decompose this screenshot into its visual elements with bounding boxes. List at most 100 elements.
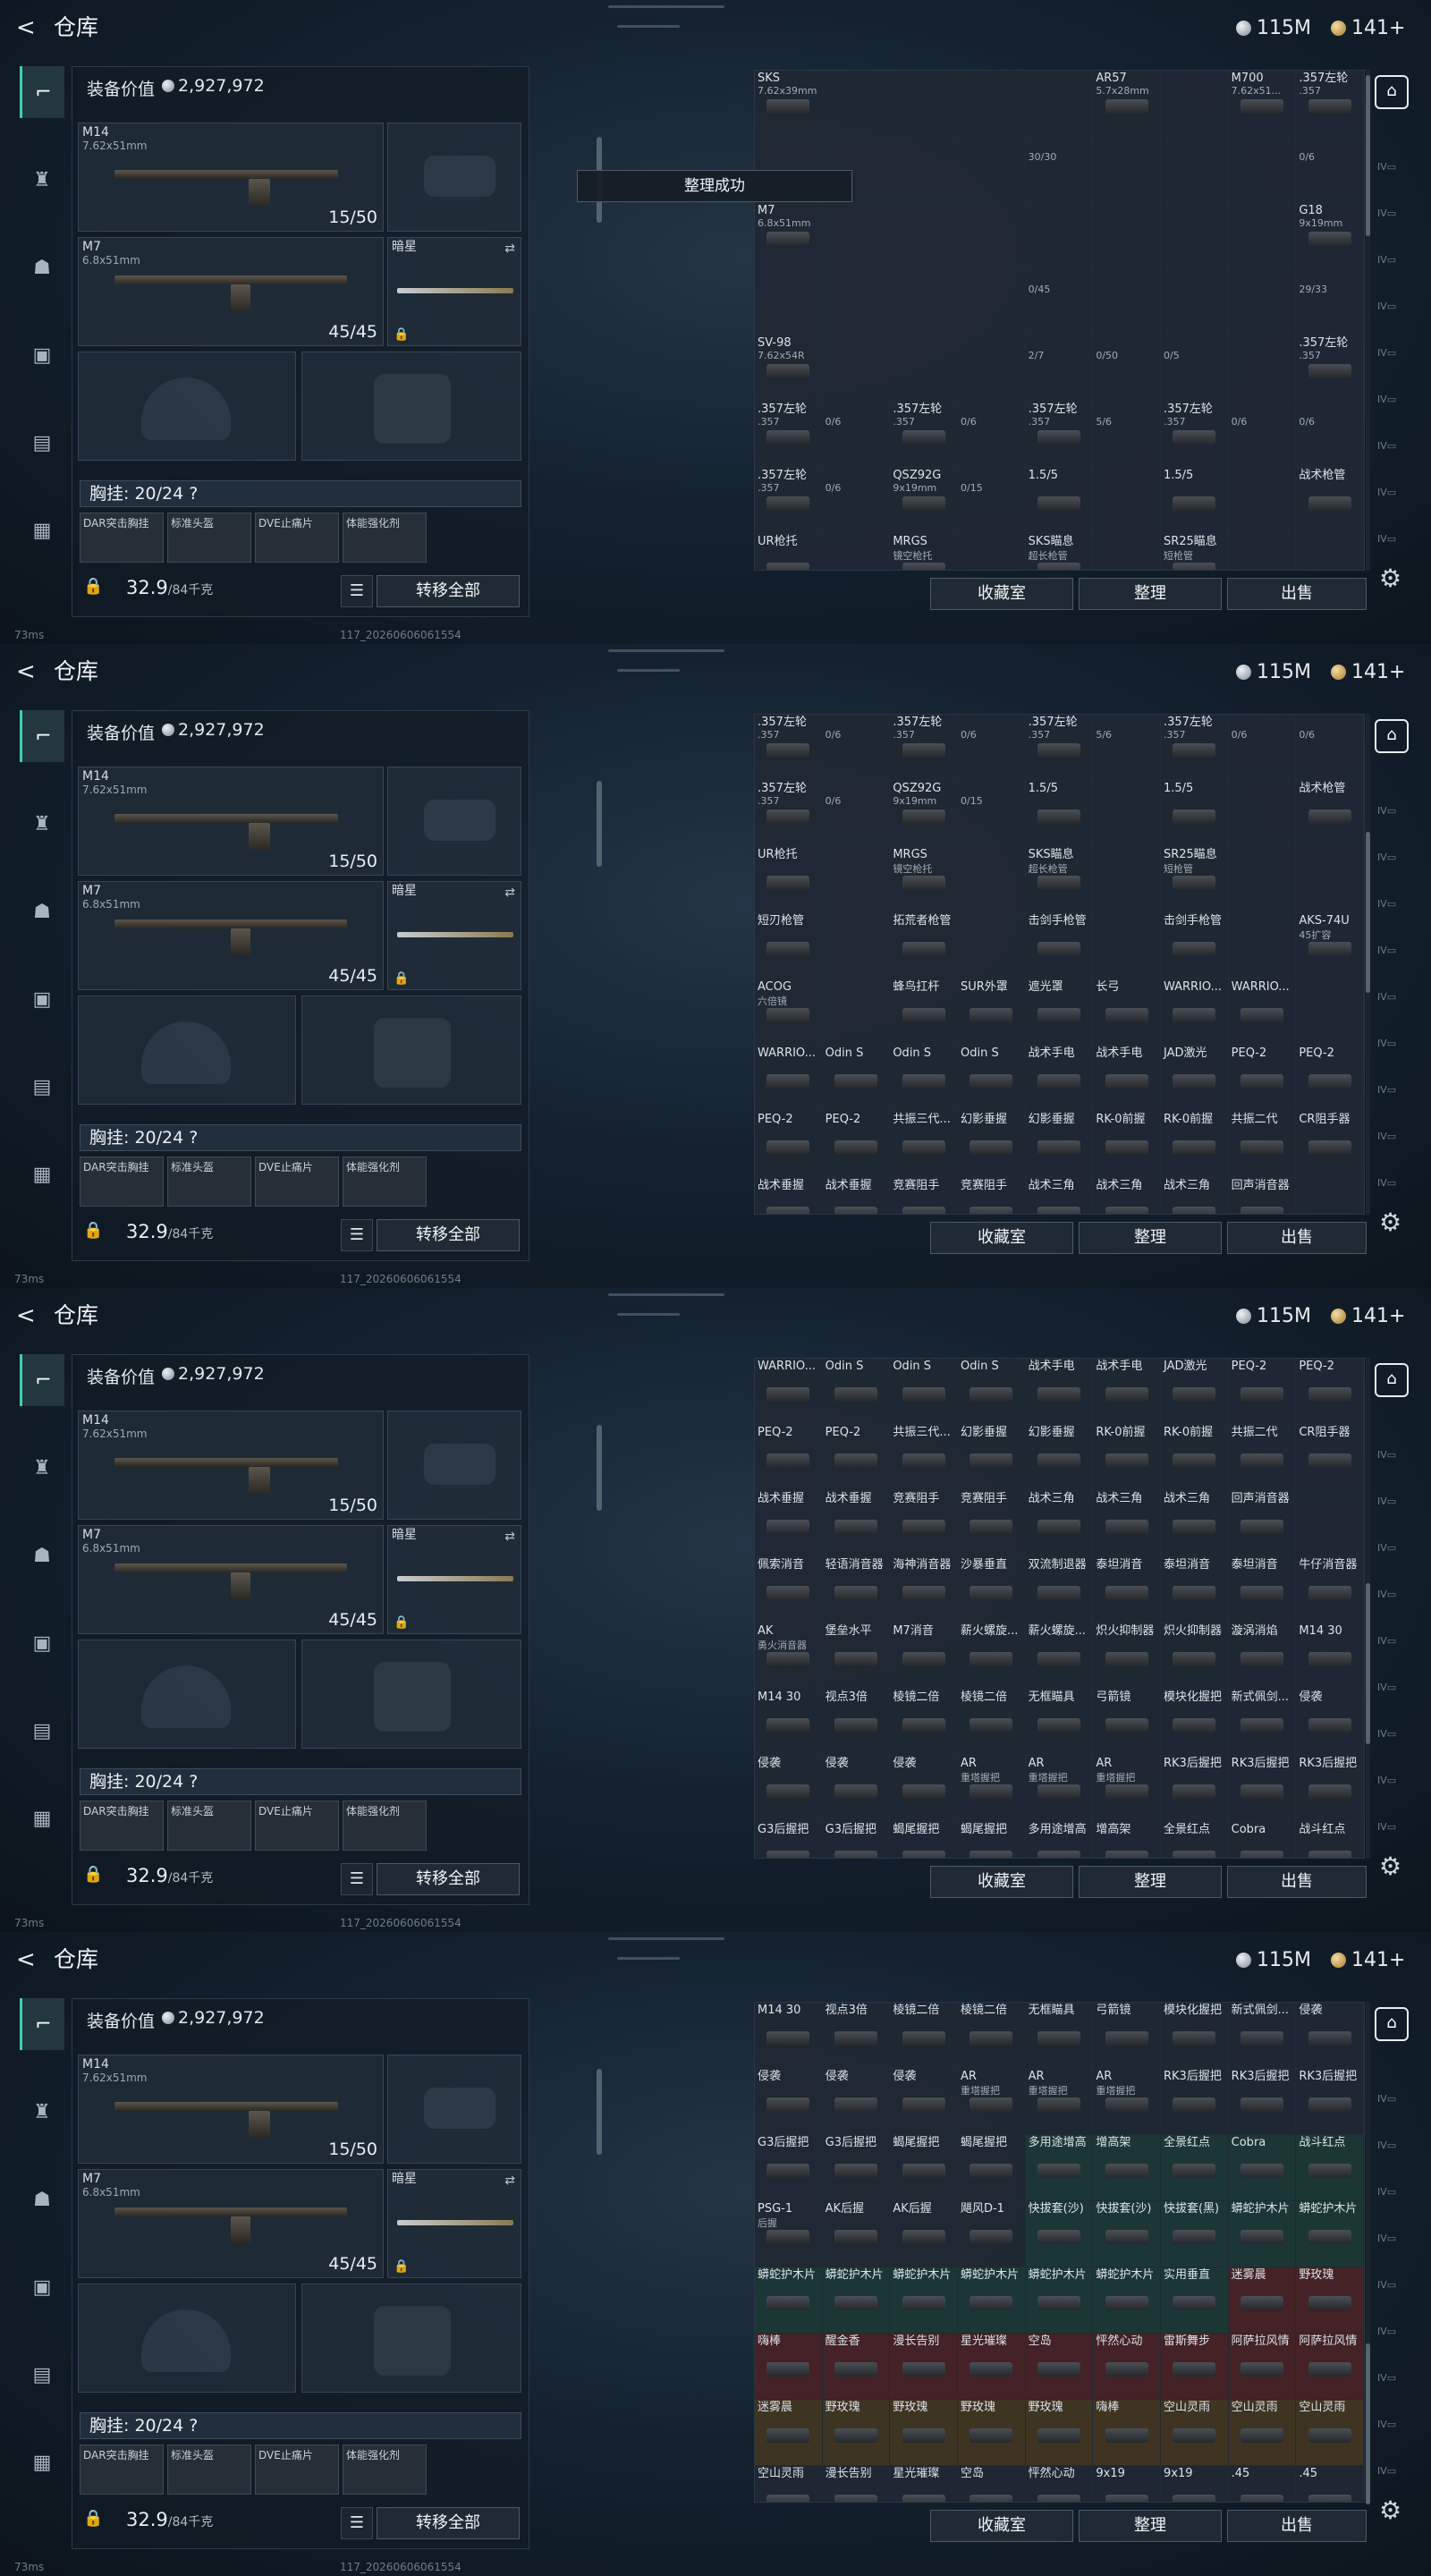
stash-tab-icon[interactable]: IV▭ xyxy=(1377,1131,1406,1154)
stash-cell[interactable]: 竞赛阻手 xyxy=(890,1178,958,1214)
stash-cell[interactable] xyxy=(1093,913,1161,979)
pistol-slot[interactable] xyxy=(387,123,521,232)
stash-cell[interactable]: 竞赛阻手 xyxy=(890,1491,958,1557)
safe-box-icon[interactable]: ⌂ xyxy=(1375,719,1409,753)
primary-weapon-slot[interactable]: M14 7.62x51mm 15/50 xyxy=(78,1411,384,1520)
list-view-button[interactable]: ☰ xyxy=(341,1219,373,1251)
stash-cell[interactable]: 侵袭 xyxy=(822,2069,891,2135)
rig-item[interactable]: DAR突击胸挂 xyxy=(80,1801,164,1851)
chest-rig-header[interactable]: 胸挂: 20/24 ? xyxy=(80,1768,521,1795)
stash-cell[interactable]: 侵袭 xyxy=(822,1756,891,1822)
helmet-nav-icon[interactable]: ☗ xyxy=(20,2174,64,2225)
stash-cell[interactable]: M700 7.62x51... xyxy=(1228,71,1297,137)
rig-item[interactable]: 体能强化剂 xyxy=(343,1157,427,1207)
stash-cell[interactable]: 0/6 xyxy=(957,402,1026,468)
stash-cell[interactable]: 野玫瑰 xyxy=(822,2400,891,2466)
stash-cell[interactable]: JAD激光 xyxy=(1160,1359,1229,1425)
stash-cell[interactable] xyxy=(957,137,1026,203)
back-arrow-icon[interactable]: < xyxy=(16,1301,36,1331)
stash-tab-icon[interactable]: IV▭ xyxy=(1377,1589,1406,1612)
case-nav-icon[interactable]: ▦ xyxy=(20,1792,64,1844)
stash-tab-icon[interactable]: IV▭ xyxy=(1377,1682,1406,1705)
armor-nav-icon[interactable]: ♜ xyxy=(20,798,64,850)
rig-item[interactable]: DVE止痛片 xyxy=(255,2445,339,2495)
stash-tab-icon[interactable]: IV▭ xyxy=(1377,487,1406,510)
stash-cell[interactable]: 蟒蛇护木片 xyxy=(1093,2267,1161,2334)
sell-button[interactable]: 出售 xyxy=(1227,1222,1367,1254)
stash-cell[interactable]: 增高架 xyxy=(1093,2135,1161,2201)
armor-slot[interactable] xyxy=(301,352,521,461)
stash-cell[interactable]: 1.5/5 xyxy=(1025,781,1094,847)
stash-cell[interactable] xyxy=(1093,847,1161,913)
stash-tab-icon[interactable]: IV▭ xyxy=(1377,1728,1406,1751)
gun-nav-icon[interactable]: ⌐ xyxy=(20,1998,64,2050)
collection-room-button[interactable]: 收藏室 xyxy=(930,1866,1073,1898)
stash-cell[interactable]: RK-0前握 xyxy=(1160,1112,1229,1178)
stash-cell[interactable]: 战术垂握 xyxy=(822,1491,891,1557)
stash-cell[interactable]: 模块化握把 xyxy=(1160,2003,1229,2069)
stash-cell[interactable]: 0/45 xyxy=(1025,269,1094,335)
stash-cell[interactable] xyxy=(890,203,958,269)
stash-cell[interactable]: 0/50 xyxy=(1093,335,1161,402)
rig-item[interactable]: 体能强化剂 xyxy=(343,2445,427,2495)
stash-cell[interactable]: 1.5/5 xyxy=(1025,468,1094,534)
stash-tab-icon[interactable]: IV▭ xyxy=(1377,1542,1406,1565)
move-all-button[interactable]: 转移全部 xyxy=(377,575,520,607)
stash-tab-icon[interactable]: IV▭ xyxy=(1377,2233,1406,2256)
stash-cell[interactable]: 多用途增高 xyxy=(1025,1822,1094,1858)
stash-cell[interactable]: 30/30 xyxy=(1025,137,1094,203)
collection-room-button[interactable]: 收藏室 xyxy=(930,2510,1073,2542)
bag-nav-icon[interactable]: ▣ xyxy=(20,2261,64,2313)
stash-cell[interactable]: 蜂鸟扛杆 xyxy=(890,979,958,1046)
stash-cell[interactable] xyxy=(890,137,958,203)
stash-cell[interactable]: PEQ-2 xyxy=(1296,1046,1364,1112)
armor-nav-icon[interactable]: ♜ xyxy=(20,1442,64,1494)
stash-cell[interactable]: 1.5/5 xyxy=(1160,781,1229,847)
stash-scroll-thumb[interactable] xyxy=(1366,1583,1370,1744)
stash-tab-icon[interactable]: IV▭ xyxy=(1377,2186,1406,2209)
stash-cell[interactable]: 野玫瑰 xyxy=(957,2400,1026,2466)
stash-tab-icon[interactable]: IV▭ xyxy=(1377,852,1406,875)
stash-cell[interactable]: SR25瞄息 短枪管 xyxy=(1160,847,1229,913)
stash-cell[interactable]: 野玫瑰 xyxy=(1025,2400,1094,2466)
stash-cell[interactable]: 战术三角 xyxy=(1093,1491,1161,1557)
stash-cell[interactable]: M14 30 xyxy=(1296,1623,1364,1690)
sell-button[interactable]: 出售 xyxy=(1227,578,1367,610)
list-view-button[interactable]: ☰ xyxy=(341,2507,373,2539)
stash-cell[interactable]: 炽火抑制器 xyxy=(1093,1623,1161,1690)
stash-cell[interactable]: 0/5 xyxy=(1160,335,1229,402)
stash-cell[interactable]: 共振二代 xyxy=(1228,1112,1297,1178)
stash-cell[interactable]: 短刃枪管 xyxy=(755,913,823,979)
stash-cell[interactable] xyxy=(957,269,1026,335)
back-arrow-icon[interactable]: < xyxy=(16,13,36,43)
chest-rig-header[interactable]: 胸挂: 20/24 ? xyxy=(80,2412,521,2439)
stash-cell[interactable]: 新式佩剑... xyxy=(1228,1690,1297,1756)
stash-cell[interactable]: PEQ-2 xyxy=(1228,1359,1297,1425)
stash-cell[interactable]: 0/6 xyxy=(1228,715,1297,781)
stash-cell[interactable] xyxy=(1093,534,1161,570)
stash-cell[interactable] xyxy=(822,335,891,402)
stash-cell[interactable]: PSG-1 后握 xyxy=(755,2201,823,2267)
stash-cell[interactable]: 星光璀璨 xyxy=(957,2334,1026,2400)
stash-cell[interactable]: G3后握把 xyxy=(822,1822,891,1858)
stash-cell[interactable]: 蝎尾握把 xyxy=(890,2135,958,2201)
stash-cell[interactable]: AR 重塔握把 xyxy=(957,2069,1026,2135)
melee-slot[interactable]: 暗星 ⇄ 🔒 xyxy=(387,237,521,346)
stash-tab-icon[interactable]: IV▭ xyxy=(1377,254,1406,277)
stash-scroll-thumb[interactable] xyxy=(1366,75,1370,236)
stash-cell[interactable]: WARRIO... xyxy=(1228,979,1297,1046)
stash-cell[interactable]: 迷雾晨 xyxy=(755,2400,823,2466)
stash-cell[interactable]: 实用垂直 xyxy=(1160,2267,1229,2334)
stash-cell[interactable]: 0/6 xyxy=(822,781,891,847)
stash-cell[interactable]: SKS 7.62x39mm xyxy=(755,71,823,137)
stash-cell[interactable]: 蝎尾握把 xyxy=(957,1822,1026,1858)
safe-box-icon[interactable]: ⌂ xyxy=(1375,75,1409,109)
sell-button[interactable]: 出售 xyxy=(1227,2510,1367,2542)
stash-cell[interactable]: .357左轮 .357 xyxy=(755,715,823,781)
stash-cell[interactable] xyxy=(1025,71,1094,137)
stash-cell[interactable]: 遮光罩 xyxy=(1025,979,1094,1046)
stash-cell[interactable]: 0/6 xyxy=(1228,402,1297,468)
stash-cell[interactable]: 漩涡消焰 xyxy=(1228,1623,1297,1690)
helmet-nav-icon[interactable]: ☗ xyxy=(20,886,64,937)
stash-cell[interactable]: .357左轮 .357 xyxy=(1025,402,1094,468)
